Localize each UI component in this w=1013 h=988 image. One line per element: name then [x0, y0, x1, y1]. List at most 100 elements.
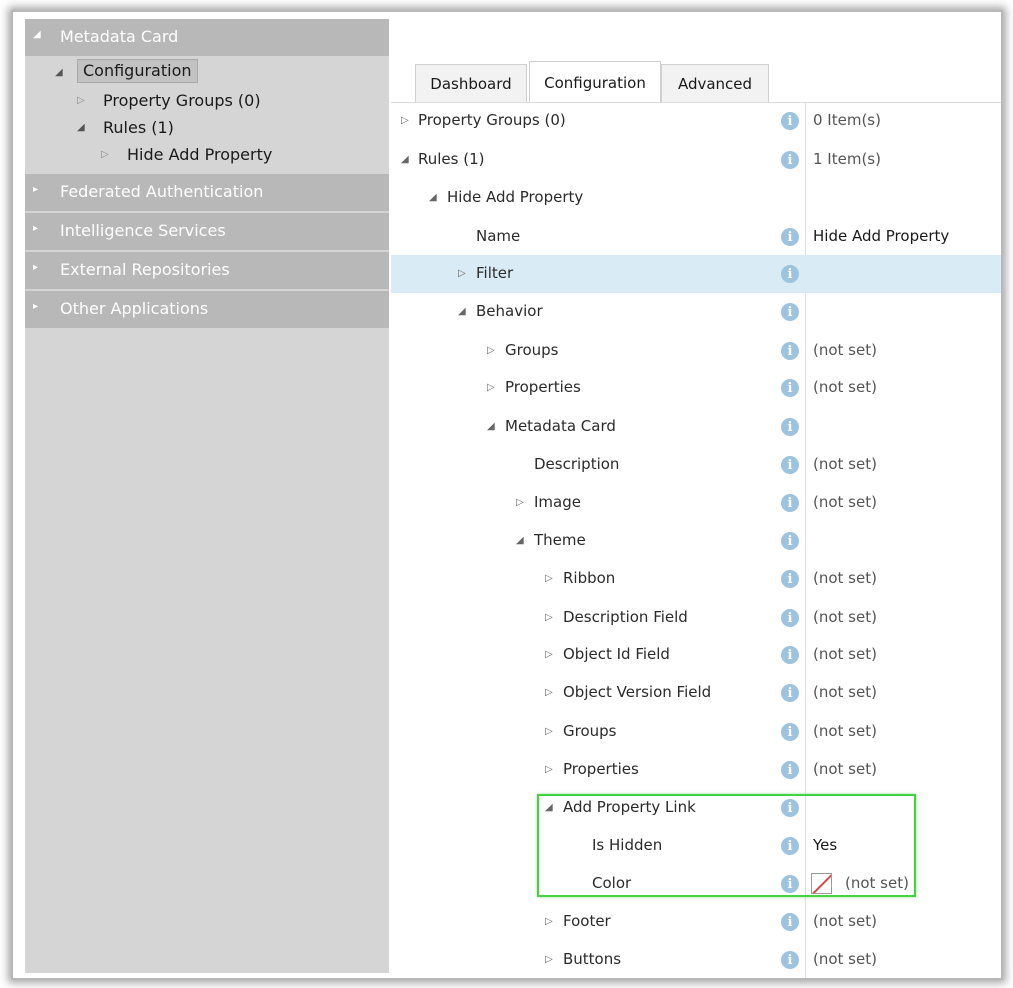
highlight-box	[537, 794, 916, 897]
expanded-triangle-icon[interactable]: ◢	[401, 154, 409, 165]
info-icon[interactable]: i	[781, 684, 799, 702]
collapsed-triangle-icon[interactable]: ▸	[33, 301, 38, 312]
info-icon[interactable]: i	[781, 494, 799, 512]
property-value[interactable]: 1 Item(s)	[813, 150, 881, 168]
property-row-behavior[interactable]: ◢ Behavior i	[391, 293, 1001, 331]
property-row-description[interactable]: Description i (not set)	[391, 446, 1001, 484]
property-value[interactable]: (not set)	[813, 912, 877, 930]
info-icon[interactable]: i	[781, 570, 799, 588]
nav-section-federated-authentication[interactable]: ▸ Federated Authentication	[25, 174, 389, 211]
property-row-theme[interactable]: ◢ Theme i	[391, 522, 1001, 560]
property-label: Rules (1)	[418, 150, 485, 168]
tree-node-hide-add-property[interactable]: ▷ Hide Add Property	[101, 145, 272, 164]
tab-dashboard[interactable]: Dashboard	[415, 64, 527, 102]
property-value[interactable]: (not set)	[813, 378, 877, 396]
collapsed-triangle-icon[interactable]: ▷	[487, 382, 495, 393]
tree-node-property-groups[interactable]: ▷ Property Groups (0)	[77, 91, 261, 110]
info-icon[interactable]: i	[781, 379, 799, 397]
property-row-rules[interactable]: ◢ Rules (1) i 1 Item(s)	[391, 141, 1001, 179]
property-row-object-id-field[interactable]: ▷ Object Id Field i (not set)	[391, 636, 1001, 674]
collapsed-triangle-icon[interactable]: ▷	[545, 612, 553, 623]
info-icon[interactable]: i	[781, 112, 799, 130]
property-value[interactable]: (not set)	[813, 683, 877, 701]
collapsed-triangle-icon[interactable]: ▷	[545, 954, 553, 965]
property-value[interactable]: (not set)	[813, 341, 877, 359]
property-row-name[interactable]: Name i Hide Add Property	[391, 218, 1001, 256]
property-value[interactable]: (not set)	[813, 950, 877, 968]
tree-node-configuration[interactable]: Configuration	[77, 59, 198, 83]
collapsed-triangle-icon[interactable]: ▷	[545, 916, 553, 927]
property-row-object-version-field[interactable]: ▷ Object Version Field i (not set)	[391, 674, 1001, 712]
collapsed-triangle-icon[interactable]: ▷	[516, 497, 524, 508]
info-icon[interactable]: i	[781, 913, 799, 931]
expanded-triangle-icon[interactable]: ◢	[458, 306, 466, 317]
collapsed-triangle-icon[interactable]: ▷	[77, 95, 85, 106]
collapsed-triangle-icon[interactable]: ▷	[401, 115, 409, 126]
nav-section-other-applications[interactable]: ▸ Other Applications	[25, 291, 389, 328]
tab-configuration[interactable]: Configuration	[529, 61, 661, 103]
property-row-theme-groups[interactable]: ▷ Groups i (not set)	[391, 713, 1001, 751]
collapsed-triangle-icon[interactable]: ▸	[33, 223, 38, 234]
property-row-footer[interactable]: ▷ Footer i (not set)	[391, 903, 1001, 941]
property-value[interactable]: Hide Add Property	[813, 227, 949, 245]
nav-section-external-repositories[interactable]: ▸ External Repositories	[25, 252, 389, 289]
expanded-triangle-icon[interactable]: ◢	[55, 67, 63, 78]
expanded-triangle-icon[interactable]: ◢	[516, 535, 524, 546]
property-row-hide-add-property[interactable]: ◢ Hide Add Property	[391, 179, 1001, 217]
collapsed-triangle-icon[interactable]: ▷	[487, 345, 495, 356]
property-value[interactable]: (not set)	[813, 608, 877, 626]
property-value[interactable]: 0 Item(s)	[813, 111, 881, 129]
property-row-theme-properties[interactable]: ▷ Properties i (not set)	[391, 751, 1001, 789]
property-row-metadata-card[interactable]: ◢ Metadata Card i	[391, 408, 1001, 446]
collapsed-triangle-icon[interactable]: ▷	[545, 764, 553, 775]
info-icon[interactable]: i	[781, 342, 799, 360]
info-icon[interactable]: i	[781, 151, 799, 169]
tab-advanced[interactable]: Advanced	[661, 64, 769, 102]
property-value[interactable]: (not set)	[813, 493, 877, 511]
info-icon[interactable]: i	[781, 303, 799, 321]
tree-node-rules[interactable]: ◢ Rules (1)	[77, 118, 174, 137]
property-row-groups[interactable]: ▷ Groups i (not set)	[391, 332, 1001, 370]
property-row-properties[interactable]: ▷ Properties i (not set)	[391, 369, 1001, 407]
property-row-ribbon[interactable]: ▷ Ribbon i (not set)	[391, 560, 1001, 598]
property-value[interactable]: (not set)	[813, 645, 877, 663]
property-value[interactable]: (not set)	[813, 760, 877, 778]
collapsed-triangle-icon[interactable]: ▷	[545, 687, 553, 698]
nav-section-metadata-card[interactable]: ◢ Metadata Card	[25, 19, 389, 56]
property-value[interactable]: (not set)	[813, 455, 877, 473]
expanded-triangle-icon[interactable]: ◢	[33, 29, 41, 40]
expanded-triangle-icon[interactable]: ◢	[77, 122, 85, 133]
info-icon[interactable]: i	[781, 418, 799, 436]
property-value[interactable]: (not set)	[813, 722, 877, 740]
info-icon[interactable]: i	[781, 456, 799, 474]
nav-section-intelligence-services[interactable]: ▸ Intelligence Services	[25, 213, 389, 250]
collapsed-triangle-icon[interactable]: ▷	[545, 726, 553, 737]
expanded-triangle-icon[interactable]: ◢	[487, 421, 495, 432]
info-icon[interactable]: i	[781, 646, 799, 664]
collapsed-triangle-icon[interactable]: ▷	[545, 649, 553, 660]
collapsed-triangle-icon[interactable]: ▷	[101, 149, 109, 160]
property-row-filter[interactable]: ▷ Filter i	[391, 255, 1001, 293]
collapsed-triangle-icon[interactable]: ▸	[33, 184, 38, 195]
tab-label: Dashboard	[430, 74, 512, 93]
info-icon[interactable]: i	[781, 723, 799, 741]
property-row-property-groups[interactable]: ▷ Property Groups (0) i 0 Item(s)	[391, 102, 1001, 140]
info-icon[interactable]: i	[781, 951, 799, 969]
property-label: Metadata Card	[505, 417, 616, 435]
info-icon[interactable]: i	[781, 532, 799, 550]
collapsed-triangle-icon[interactable]: ▸	[33, 262, 38, 273]
collapsed-triangle-icon[interactable]: ▷	[545, 573, 553, 584]
expanded-triangle-icon[interactable]: ◢	[429, 192, 437, 203]
property-row-image[interactable]: ▷ Image i (not set)	[391, 484, 1001, 522]
property-value[interactable]: (not set)	[813, 569, 877, 587]
property-label: Property Groups (0)	[418, 111, 566, 129]
tree-node-label: Hide Add Property	[127, 145, 273, 164]
info-icon[interactable]: i	[781, 228, 799, 246]
info-icon[interactable]: i	[781, 761, 799, 779]
property-row-description-field[interactable]: ▷ Description Field i (not set)	[391, 599, 1001, 637]
info-icon[interactable]: i	[781, 609, 799, 627]
property-row-buttons[interactable]: ▷ Buttons i (not set)	[391, 941, 1001, 978]
info-icon[interactable]: i	[781, 265, 799, 283]
collapsed-triangle-icon[interactable]: ▷	[458, 268, 466, 279]
property-label: Theme	[534, 531, 586, 549]
